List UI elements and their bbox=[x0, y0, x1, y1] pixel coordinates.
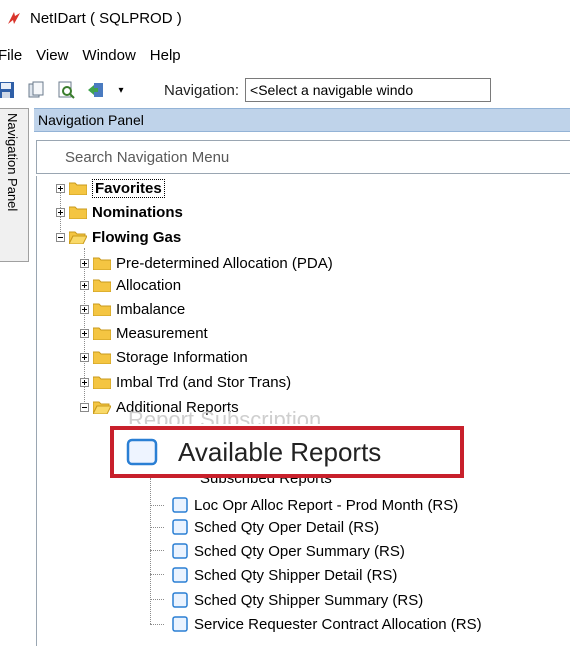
tree-node-label: Sched Qty Shipper Summary (RS) bbox=[194, 591, 424, 609]
folder-icon bbox=[93, 303, 111, 316]
tree-node-label: Favorites bbox=[92, 178, 165, 198]
expand-icon[interactable] bbox=[80, 304, 89, 314]
report-icon bbox=[172, 567, 188, 583]
tree-node-report[interactable]: Loc Opr Alloc Report - Prod Month (RS) bbox=[172, 494, 458, 516]
report-icon bbox=[172, 497, 188, 513]
tree-node-label: Allocation bbox=[116, 276, 182, 294]
tree-node-label: Service Requester Contract Allocation (R… bbox=[194, 615, 482, 633]
menu-window[interactable]: Window bbox=[82, 47, 135, 64]
navigation-select[interactable]: <Select a navigable windo bbox=[245, 78, 492, 102]
tree-node-label: Loc Opr Alloc Report - Prod Month (RS) bbox=[194, 496, 459, 514]
print-preview-icon bbox=[58, 81, 75, 99]
tree-node-label: Sched Qty Oper Summary (RS) bbox=[194, 542, 405, 560]
copy-icon bbox=[28, 81, 44, 98]
tree-node-additional-reports[interactable]: Additional Reports bbox=[80, 396, 239, 418]
chevron-down-icon: ▾ bbox=[118, 84, 124, 96]
report-icon bbox=[172, 616, 188, 632]
tree-node-label: Pre-determined Allocation (PDA) bbox=[116, 254, 333, 272]
tree-node-favorites[interactable]: Favorites bbox=[56, 177, 165, 199]
folder-open-icon bbox=[93, 401, 111, 414]
folder-icon bbox=[69, 182, 87, 195]
folder-icon bbox=[93, 327, 111, 340]
folder-icon bbox=[93, 376, 111, 389]
folder-icon bbox=[93, 279, 111, 292]
tree-node-label: Sched Qty Shipper Detail (RS) bbox=[194, 566, 398, 584]
title-bar: NetIDart ( SQLPROD ) bbox=[0, 0, 570, 36]
tree-node-report[interactable]: Sched Qty Oper Summary (RS) bbox=[172, 540, 405, 562]
tree-node-report[interactable]: Sched Qty Shipper Summary (RS) bbox=[172, 589, 423, 611]
app-logo-icon bbox=[8, 12, 20, 24]
available-reports-callout[interactable]: Available Reports bbox=[110, 426, 464, 478]
folder-icon bbox=[93, 351, 111, 364]
toolbar: ▾ Navigation: <Select a navigable windo bbox=[0, 74, 570, 106]
tree-node-label: Imbalance bbox=[116, 300, 186, 318]
navigation-panel-side-tab[interactable]: Navigation Panel bbox=[0, 108, 29, 262]
side-tab-label: Navigation Panel bbox=[5, 113, 20, 212]
expand-icon[interactable] bbox=[80, 280, 89, 290]
tree-node-label: Sched Qty Oper Detail (RS) bbox=[194, 518, 380, 536]
folder-open-icon bbox=[69, 231, 87, 244]
tree-node-label: Flowing Gas bbox=[92, 228, 182, 246]
search-input[interactable]: Search Navigation Menu bbox=[36, 140, 570, 174]
save-icon bbox=[0, 82, 14, 98]
tree-node-label: Additional Reports bbox=[116, 398, 239, 416]
tree-node-report[interactable]: Service Requester Contract Allocation (R… bbox=[172, 613, 482, 635]
tree-node-report[interactable]: Sched Qty Shipper Detail (RS) bbox=[172, 564, 397, 586]
navigation-label: Navigation: bbox=[164, 81, 240, 99]
panel-header: Navigation Panel bbox=[34, 108, 570, 132]
report-icon bbox=[126, 438, 158, 466]
import-button[interactable] bbox=[86, 80, 106, 100]
window-title: NetIDart ( SQLPROD ) bbox=[30, 9, 182, 27]
report-icon bbox=[172, 543, 188, 559]
menu-file[interactable]: File bbox=[0, 47, 22, 64]
expand-icon[interactable] bbox=[80, 352, 89, 362]
copy-button[interactable] bbox=[26, 80, 46, 100]
tree-node-label: Measurement bbox=[116, 324, 208, 342]
tree-node-allocation[interactable]: Allocation bbox=[80, 274, 181, 296]
folder-icon bbox=[69, 206, 87, 219]
expand-icon[interactable] bbox=[56, 207, 65, 217]
expand-icon[interactable] bbox=[80, 377, 89, 387]
expand-icon[interactable] bbox=[80, 258, 89, 268]
tree-node-imbalance[interactable]: Imbalance bbox=[80, 298, 185, 320]
expand-icon[interactable] bbox=[80, 328, 89, 338]
tree-node-label: Nominations bbox=[92, 203, 183, 221]
available-reports-label: Available Reports bbox=[178, 436, 382, 467]
tree-node-storage-information[interactable]: Storage Information bbox=[80, 346, 248, 368]
preview-button[interactable] bbox=[56, 80, 76, 100]
import-icon bbox=[88, 83, 103, 97]
tree-node-measurement[interactable]: Measurement bbox=[80, 322, 208, 344]
tree-node-label: Storage Information bbox=[116, 348, 248, 366]
toolbar-overflow-button[interactable]: ▾ bbox=[116, 80, 126, 100]
menu-bar: File View Window Help bbox=[0, 40, 570, 70]
report-icon bbox=[172, 519, 188, 535]
menu-help[interactable]: Help bbox=[150, 47, 181, 64]
report-icon bbox=[172, 592, 188, 608]
tree-node-flowing-gas[interactable]: Flowing Gas bbox=[56, 226, 181, 248]
tree-node-nominations[interactable]: Nominations bbox=[56, 201, 183, 223]
tree-node-pda[interactable]: Pre-determined Allocation (PDA) bbox=[80, 252, 333, 274]
tree-node-report[interactable]: Sched Qty Oper Detail (RS) bbox=[172, 516, 379, 538]
save-button[interactable] bbox=[0, 80, 16, 100]
collapse-icon[interactable] bbox=[80, 402, 89, 412]
collapse-icon[interactable] bbox=[56, 232, 65, 242]
expand-icon[interactable] bbox=[56, 183, 65, 193]
tree-node-label: Imbal Trd (and Stor Trans) bbox=[116, 373, 292, 391]
folder-icon bbox=[93, 257, 111, 270]
tree-node-imbal-trd[interactable]: Imbal Trd (and Stor Trans) bbox=[80, 371, 291, 393]
menu-view[interactable]: View bbox=[36, 47, 68, 64]
